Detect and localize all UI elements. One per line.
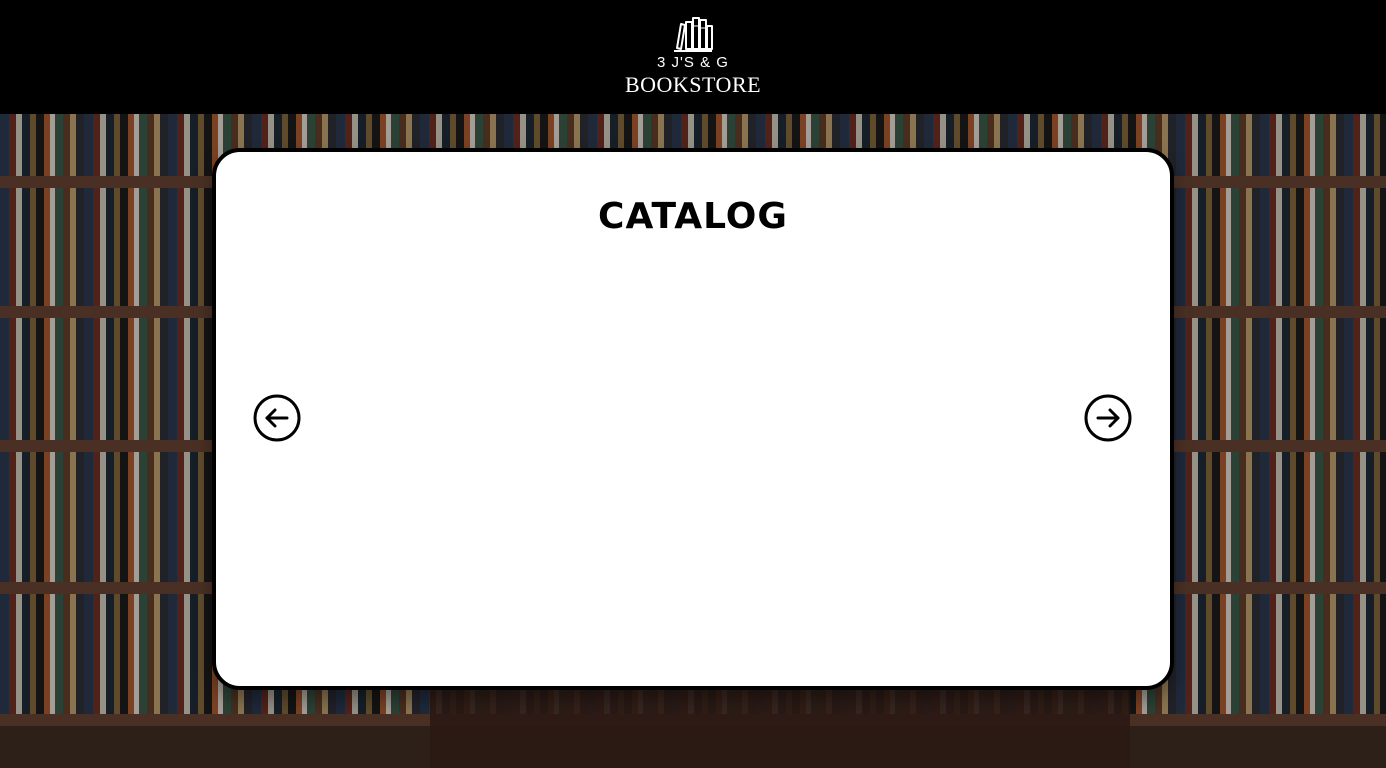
- catalog-card: CATALOG: [212, 148, 1174, 690]
- brand-name-line-1: 3 J'S & G: [657, 54, 729, 71]
- carousel-next-button[interactable]: [1084, 394, 1132, 442]
- arrow-left-circle-icon: [253, 394, 301, 442]
- catalog-carousel: [326, 272, 1060, 652]
- table-foreground: [430, 689, 1130, 768]
- arrow-right-circle-icon: [1084, 394, 1132, 442]
- site-header: 3 J'S & G BOOKSTORE: [0, 0, 1386, 114]
- catalog-title: CATALOG: [598, 196, 788, 237]
- books-icon[interactable]: [671, 16, 715, 54]
- brand-name-line-2: BOOKSTORE: [624, 72, 762, 97]
- carousel-prev-button[interactable]: [253, 394, 301, 442]
